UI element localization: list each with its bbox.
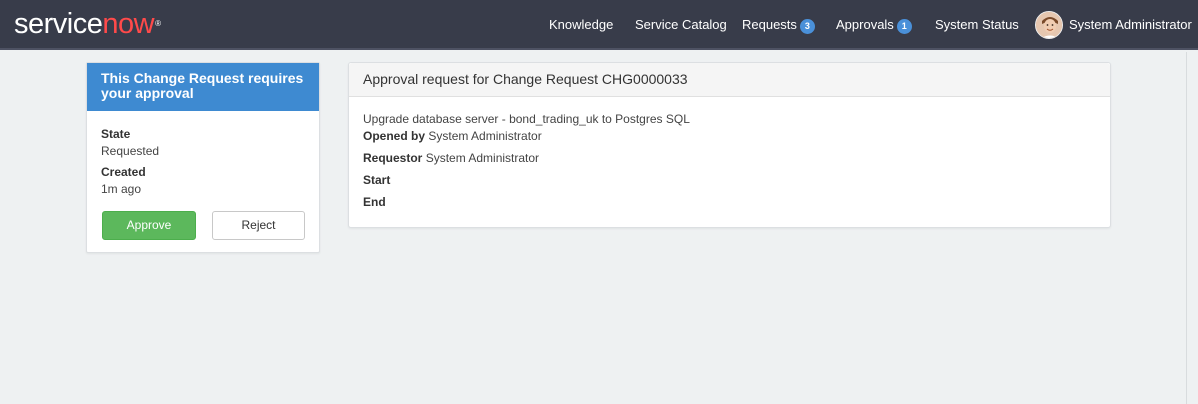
nav-approvals-label: Approvals <box>836 17 894 32</box>
requests-count-badge: 3 <box>799 19 815 34</box>
requestor-row: Requestor System Administrator <box>363 151 539 165</box>
nav-knowledge-label: Knowledge <box>549 17 614 32</box>
requestor-value: System Administrator <box>425 151 540 165</box>
user-name-label: System Administrator <box>1069 17 1192 32</box>
approval-detail-title: Approval request for Change Request CHG0… <box>349 63 1110 97</box>
approvals-count-badge: 1 <box>896 19 912 34</box>
reject-button[interactable]: Reject <box>212 211 305 240</box>
user-avatar[interactable] <box>1035 11 1063 39</box>
end-row: End <box>363 195 386 209</box>
nav-system-status[interactable]: System Status <box>935 16 1019 34</box>
state-value: Requested <box>101 144 160 158</box>
nav-requests-label: Requests <box>742 17 797 32</box>
state-label: State <box>101 127 131 141</box>
trademark-mark: ® <box>155 19 161 28</box>
approval-detail-card: Approval request for Change Request CHG0… <box>348 62 1111 228</box>
approve-button[interactable]: Approve <box>102 211 196 240</box>
approval-summary-card: This Change Request requires your approv… <box>86 62 320 253</box>
opened-by-label: Opened by <box>363 129 426 143</box>
change-description: Upgrade database server - bond_trading_u… <box>363 112 690 126</box>
nav-knowledge[interactable]: Knowledge <box>549 16 613 34</box>
opened-by-value: System Administrator <box>428 129 542 143</box>
avatar-person-icon <box>1036 12 1062 38</box>
page-scrollbar[interactable] <box>1186 52 1198 404</box>
nav-system-status-label: System Status <box>935 17 1019 32</box>
logo-text-service: service <box>14 8 103 40</box>
nav-approvals[interactable]: Approvals 1 <box>836 16 912 34</box>
user-menu[interactable]: System Administrator <box>1069 16 1192 34</box>
created-value: 1m ago <box>101 182 142 196</box>
end-label: End <box>363 195 386 209</box>
created-label: Created <box>101 165 146 179</box>
nav-requests[interactable]: Requests 3 <box>742 16 815 34</box>
approval-summary-title: This Change Request requires your approv… <box>87 63 319 111</box>
servicenow-logo[interactable]: servicenow® <box>14 8 161 40</box>
top-navigation-bar: servicenow® Knowledge Service Catalog Re… <box>0 0 1198 50</box>
opened-by-row: Opened by System Administrator <box>363 129 542 143</box>
nav-service-catalog[interactable]: Service Catalog <box>635 16 727 34</box>
nav-service-catalog-label: Service Catalog <box>635 17 727 32</box>
requestor-label: Requestor <box>363 151 423 165</box>
start-row: Start <box>363 173 390 187</box>
start-label: Start <box>363 173 391 187</box>
logo-text-now: now <box>102 8 155 40</box>
